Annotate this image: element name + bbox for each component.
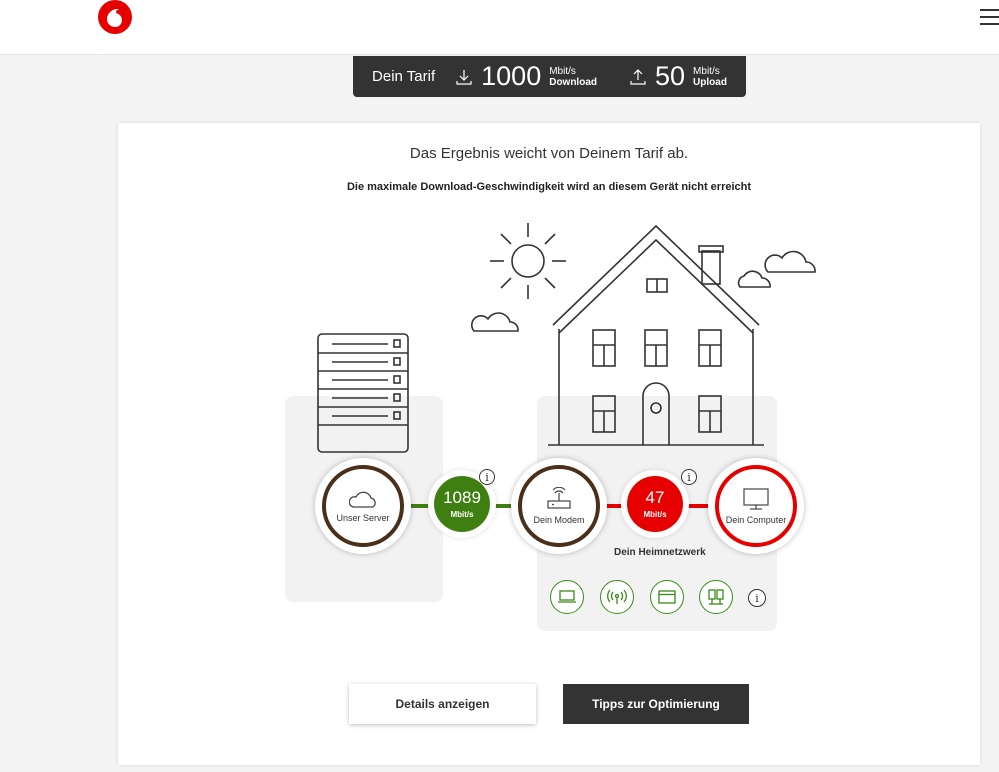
speed-value: 47: [645, 488, 665, 507]
speed-unit: Mbit/s: [450, 510, 474, 519]
heimnetzwerk-label: Dein Heimnetzwerk: [614, 547, 706, 558]
node-computer[interactable]: Dein Computer: [708, 458, 804, 554]
node-modem[interactable]: Dein Modem: [511, 458, 607, 554]
details-button[interactable]: Details anzeigen: [349, 684, 536, 724]
hamburger-menu-icon[interactable]: [980, 9, 999, 25]
info-icon[interactable]: i: [479, 469, 495, 485]
tarif-bar: Dein Tarif 1000 Mbit/s Download 50 Mbit/s…: [353, 56, 746, 97]
monitor-icon: [743, 488, 769, 510]
wifi-device-icon[interactable]: [600, 580, 634, 614]
node-server[interactable]: Unser Server: [315, 458, 411, 554]
info-icon[interactable]: i: [681, 469, 697, 485]
upload-unit: Mbit/s Upload: [693, 65, 727, 88]
speed-value: 1089: [443, 488, 481, 507]
router-icon: [547, 487, 571, 509]
laptop-device-icon[interactable]: [550, 580, 584, 614]
result-card: Das Ergebnis weicht von Deinem Tarif ab.…: [118, 123, 980, 765]
download-unit: Mbit/s Download: [549, 65, 597, 88]
download-value: 1000: [481, 61, 542, 91]
speed-unit: Mbit/s: [643, 510, 667, 519]
upload-icon: [630, 68, 646, 85]
vodafone-logo[interactable]: [96, 0, 134, 43]
info-icon[interactable]: i: [748, 589, 766, 607]
top-bar: [0, 0, 999, 55]
network-device-icon[interactable]: [699, 580, 733, 614]
tipps-button[interactable]: Tipps zur Optimierung: [563, 684, 749, 724]
download-icon: [456, 69, 472, 85]
house-illustration: [317, 223, 816, 453]
cloud-icon: [349, 491, 376, 508]
speed-server-modem: 1089 Mbit/s: [434, 476, 490, 532]
speed-modem-computer: 47 Mbit/s: [627, 476, 683, 532]
tarif-label: Dein Tarif: [372, 68, 436, 85]
browser-device-icon[interactable]: [650, 580, 684, 614]
upload-value: 50: [655, 61, 686, 91]
